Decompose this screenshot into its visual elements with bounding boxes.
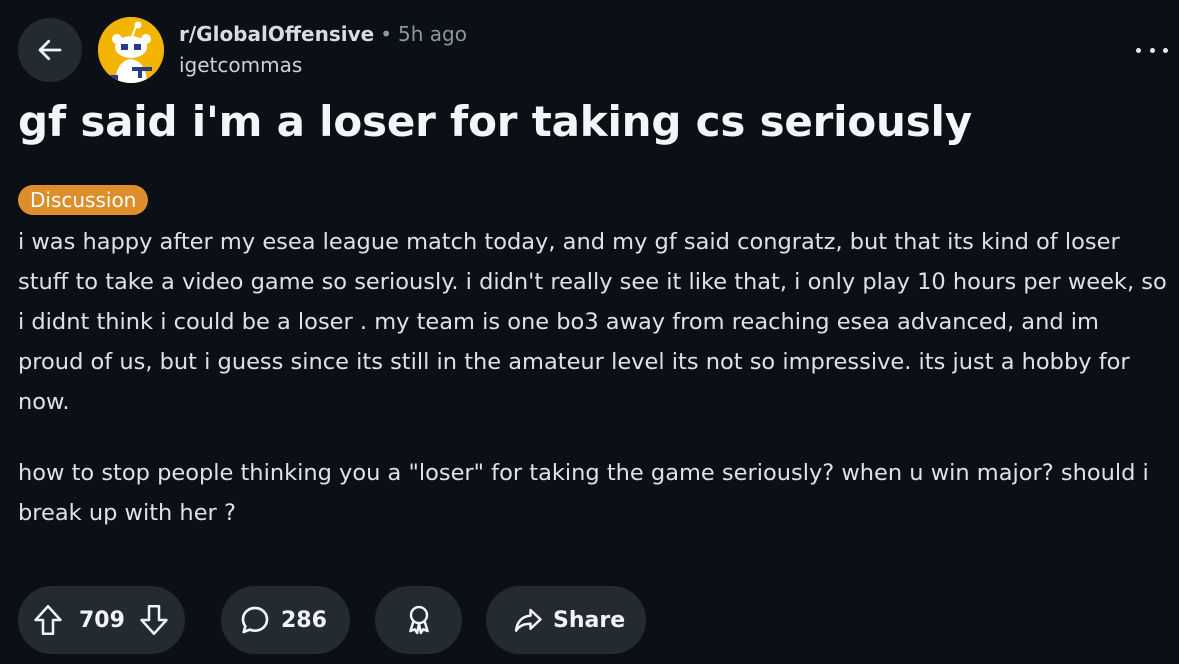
post-body-paragraph: i was happy after my esea league match t… xyxy=(18,229,1167,415)
post-page: r/GlobalOffensive • 5h ago igetcommas gf… xyxy=(0,0,1179,664)
snoo-icon xyxy=(98,17,164,83)
post-meta: r/GlobalOffensive • 5h ago igetcommas xyxy=(179,18,467,80)
meta-separator: • xyxy=(380,22,393,46)
back-button[interactable] xyxy=(18,18,82,82)
arrow-down-icon[interactable] xyxy=(139,603,169,637)
subreddit-avatar[interactable] xyxy=(98,17,164,83)
arrow-left-icon xyxy=(38,39,62,61)
share-label: Share xyxy=(553,607,626,633)
share-button[interactable]: Share xyxy=(486,586,646,654)
author-link[interactable]: igetcommas xyxy=(179,50,467,80)
post-title: gf said i'm a loser for taking cs seriou… xyxy=(18,97,972,146)
more-dot xyxy=(1163,47,1168,53)
speech-bubble-icon xyxy=(241,606,269,634)
post-timestamp: 5h ago xyxy=(398,22,467,46)
more-horizontal-icon xyxy=(1136,47,1141,53)
arrow-up-icon[interactable] xyxy=(33,603,63,637)
comments-button[interactable]: 286 xyxy=(221,586,350,654)
more-dot xyxy=(1149,47,1155,53)
post-body: i was happy after my esea league match t… xyxy=(18,222,1170,533)
subreddit-link[interactable]: r/GlobalOffensive xyxy=(179,18,374,50)
vote-control: 709 xyxy=(18,586,185,654)
award-ribbon-icon xyxy=(408,605,429,635)
post-body-paragraph: how to stop people thinking you a "loser… xyxy=(18,460,1149,526)
more-options-button[interactable] xyxy=(1136,40,1168,60)
comment-count: 286 xyxy=(281,607,327,633)
share-arrow-icon xyxy=(514,608,542,632)
vote-count: 709 xyxy=(79,607,125,633)
award-button[interactable] xyxy=(375,586,462,654)
post-flair[interactable]: Discussion xyxy=(18,185,149,215)
